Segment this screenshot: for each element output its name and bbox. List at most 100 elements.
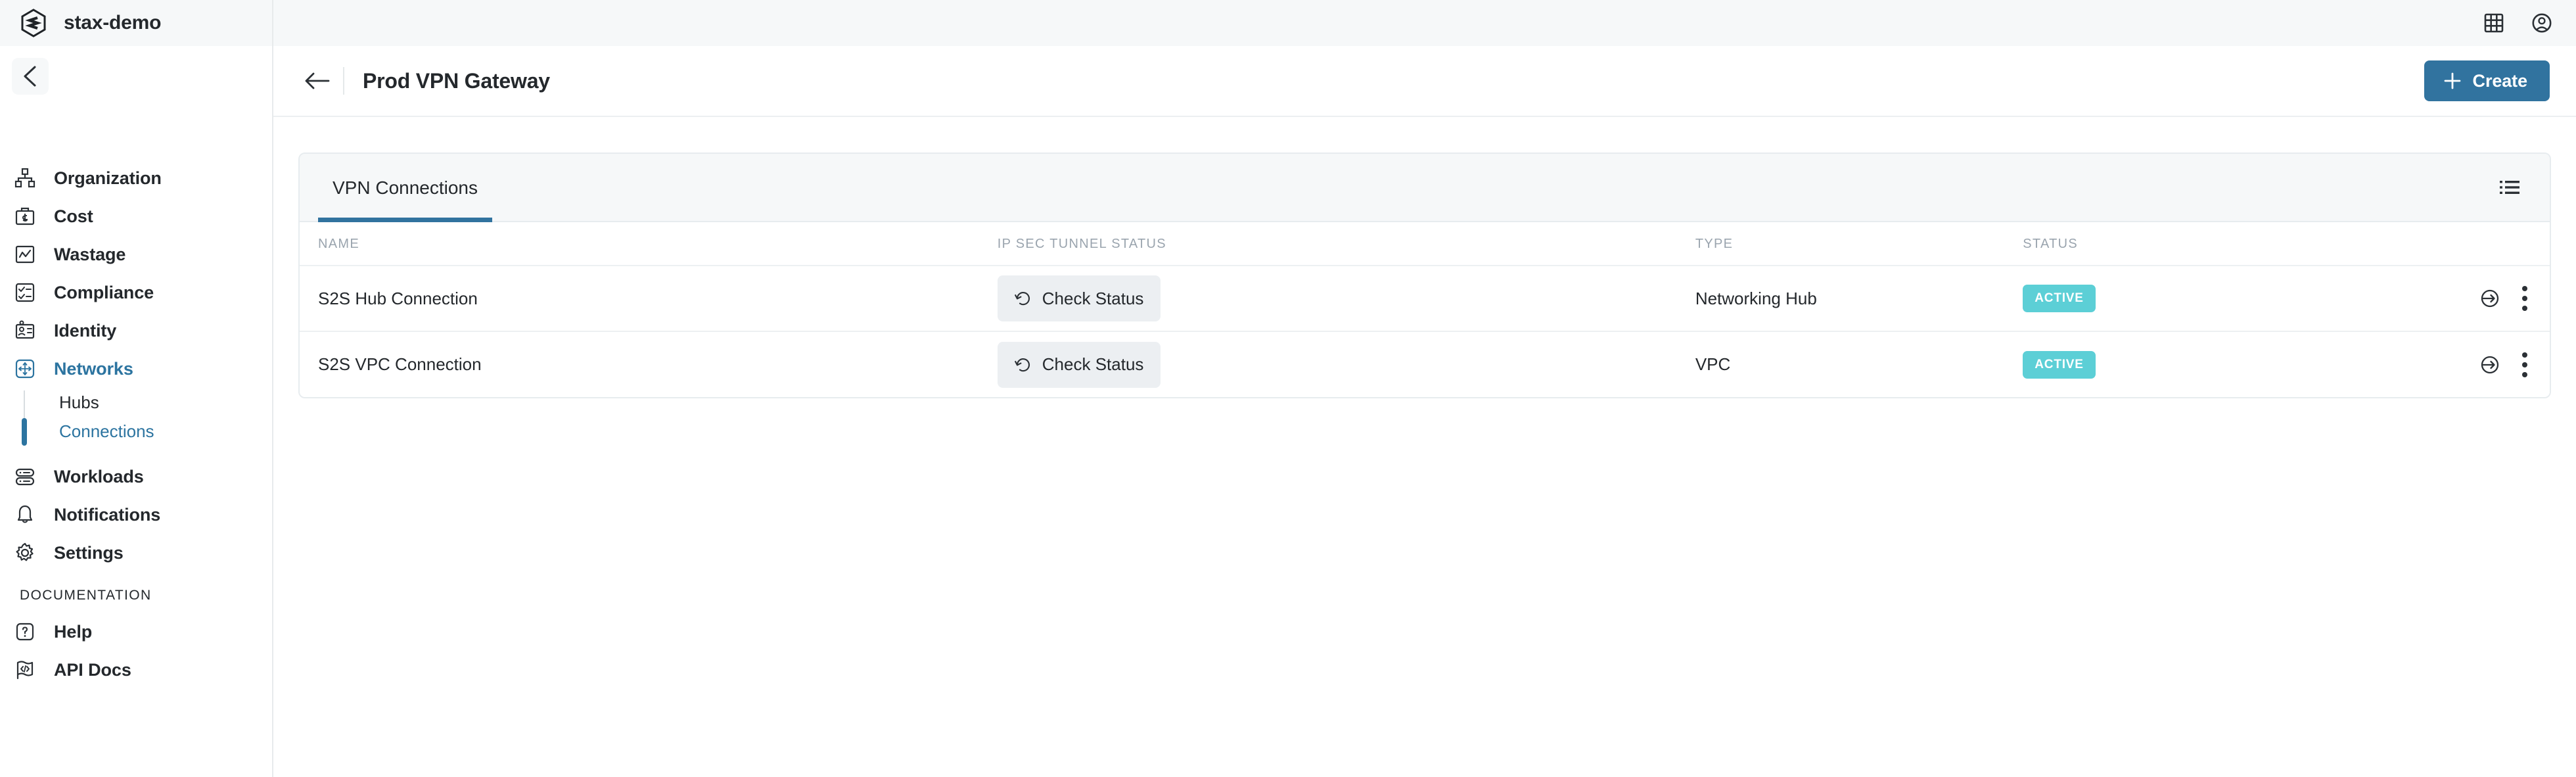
sidebar-subitem-hubs[interactable]: Hubs (0, 388, 272, 417)
table-row[interactable]: S2S VPC Connection Check Status VPC ACTI… (300, 331, 2550, 397)
sidebar-item-label: Organization (54, 168, 162, 188)
sidebar-section-documentation: DOCUMENTATION (20, 588, 152, 603)
check-status-label: Check Status (1042, 288, 1144, 308)
plus-icon (2444, 72, 2460, 89)
arrow-into-circle-icon[interactable] (2480, 355, 2500, 375)
three-dots-vertical-icon[interactable] (2522, 352, 2527, 377)
tab-label: VPN Connections (333, 177, 478, 198)
brand-header: stax-demo (0, 0, 272, 46)
sidebar-item-networks[interactable]: Networks (0, 350, 272, 388)
cell-name: S2S Hub Connection (300, 266, 998, 332)
create-button[interactable]: Create (2424, 60, 2550, 101)
cell-tunnel-status: Check Status (997, 331, 1695, 397)
sidebar-subitem-connections[interactable]: Connections (0, 417, 272, 446)
column-header-name: NAME (300, 222, 998, 266)
sidebar-item-label: Wastage (54, 244, 126, 264)
checklist-icon (13, 281, 37, 304)
header-divider (343, 67, 344, 95)
chevron-left-icon (24, 66, 36, 87)
cell-actions (2356, 266, 2550, 332)
arrow-into-circle-icon[interactable] (2480, 289, 2500, 308)
sidebar-item-compliance[interactable]: Compliance (0, 273, 272, 312)
subnav-active-indicator (22, 418, 27, 446)
brand-name: stax-demo (64, 12, 162, 34)
user-circle-icon[interactable] (2531, 12, 2552, 34)
sidebar-item-wastage[interactable]: Wastage (0, 235, 272, 273)
sidebar-item-cost[interactable]: Cost (0, 197, 272, 235)
cell-type: Networking Hub (1695, 266, 2023, 332)
sidebar-item-label: Notifications (54, 504, 161, 525)
bell-icon (13, 503, 37, 527)
vpn-connections-table: NAME IP SEC TUNNEL STATUS TYPE STATUS S2… (300, 222, 2550, 397)
rotate-left-icon (1014, 292, 1030, 306)
tab-vpn-connections[interactable]: VPN Connections (318, 154, 493, 222)
sidebar-item-identity[interactable]: Identity (0, 312, 272, 350)
three-dots-vertical-icon[interactable] (2522, 286, 2527, 311)
row-actions (2357, 286, 2550, 311)
sidebar-item-notifications[interactable]: Notifications (0, 496, 272, 534)
back-button[interactable] (297, 61, 336, 101)
sidebar-item-settings[interactable]: Settings (0, 534, 272, 572)
column-header-type: TYPE (1695, 222, 2023, 266)
topbar (273, 0, 2576, 46)
page-content: VPN Connections NAME IP SEC TUNNEL STATU… (273, 117, 2576, 398)
question-box-icon (13, 620, 37, 644)
arrow-left-icon (305, 72, 330, 89)
status-badge: ACTIVE (2023, 350, 2096, 379)
chart-line-box-icon (13, 243, 37, 266)
rotate-left-icon (1014, 358, 1030, 371)
column-header-actions (2356, 222, 2550, 266)
server-stack-icon (13, 465, 37, 488)
check-status-button[interactable]: Check Status (997, 275, 1161, 321)
briefcase-dollar-icon (13, 204, 37, 228)
sidebar-item-label: Workloads (54, 466, 144, 486)
cell-name: S2S VPC Connection (300, 331, 998, 397)
page-header: Prod VPN Gateway Create (273, 46, 2576, 117)
cell-type: VPC (1695, 331, 2023, 397)
column-header-tunnel: IP SEC TUNNEL STATUS (997, 222, 1695, 266)
card-tab-bar: VPN Connections (300, 154, 2550, 222)
sidebar-item-workloads[interactable]: Workloads (0, 458, 272, 496)
cell-actions (2356, 331, 2550, 397)
bullet-list-icon[interactable] (2493, 173, 2526, 202)
grid-apps-icon[interactable] (2484, 13, 2504, 33)
table-row[interactable]: S2S Hub Connection Check Status Networki… (300, 266, 2550, 332)
table-body: S2S Hub Connection Check Status Networki… (300, 266, 2550, 397)
gear-icon (13, 541, 37, 565)
page-title: Prod VPN Gateway (363, 68, 550, 93)
subnav-guide-line (24, 390, 25, 419)
main-area: Prod VPN Gateway Create VPN Connections (273, 0, 2576, 777)
cell-tunnel-status: Check Status (997, 266, 1695, 332)
table-head: NAME IP SEC TUNNEL STATUS TYPE STATUS (300, 222, 2550, 266)
sidebar-item-label: Cost (54, 206, 93, 226)
create-button-label: Create (2472, 70, 2528, 91)
check-status-button[interactable]: Check Status (997, 341, 1161, 388)
sidebar-item-help[interactable]: Help (0, 613, 272, 651)
column-header-status: STATUS (2023, 222, 2357, 266)
move-arrows-box-icon (13, 357, 37, 381)
sidebar: stax-demo Organization Cost Wastage Comp… (0, 0, 273, 777)
sidebar-item-label: Compliance (54, 282, 154, 302)
sidebar-item-organization[interactable]: Organization (0, 159, 272, 197)
sidebar-item-api-docs[interactable]: API Docs (0, 651, 272, 689)
vpn-connections-card: VPN Connections NAME IP SEC TUNNEL STATU… (298, 153, 2551, 398)
sidebar-nav: Organization Cost Wastage Compliance Ide… (0, 46, 272, 689)
status-badge: ACTIVE (2023, 285, 2096, 312)
app-root: stax-demo Organization Cost Wastage Comp… (0, 0, 2576, 777)
id-card-icon (13, 319, 37, 342)
org-chart-icon (13, 166, 37, 190)
sidebar-item-label: Settings (54, 542, 124, 563)
cell-status: ACTIVE (2023, 266, 2357, 332)
sidebar-item-label: Help (54, 621, 93, 642)
stax-hexagon-logo-icon (21, 9, 46, 37)
sidebar-item-label: Networks (54, 358, 133, 379)
sidebar-item-label: API Docs (54, 659, 131, 680)
code-flag-icon (13, 658, 37, 682)
sidebar-subnav-networks: Hubs Connections (0, 388, 272, 446)
table-header-row: NAME IP SEC TUNNEL STATUS TYPE STATUS (300, 222, 2550, 266)
sidebar-collapse-button[interactable] (12, 58, 49, 95)
row-actions (2357, 352, 2550, 377)
check-status-label: Check Status (1042, 354, 1144, 374)
sidebar-item-label: Identity (54, 320, 117, 341)
cell-status: ACTIVE (2023, 331, 2357, 397)
